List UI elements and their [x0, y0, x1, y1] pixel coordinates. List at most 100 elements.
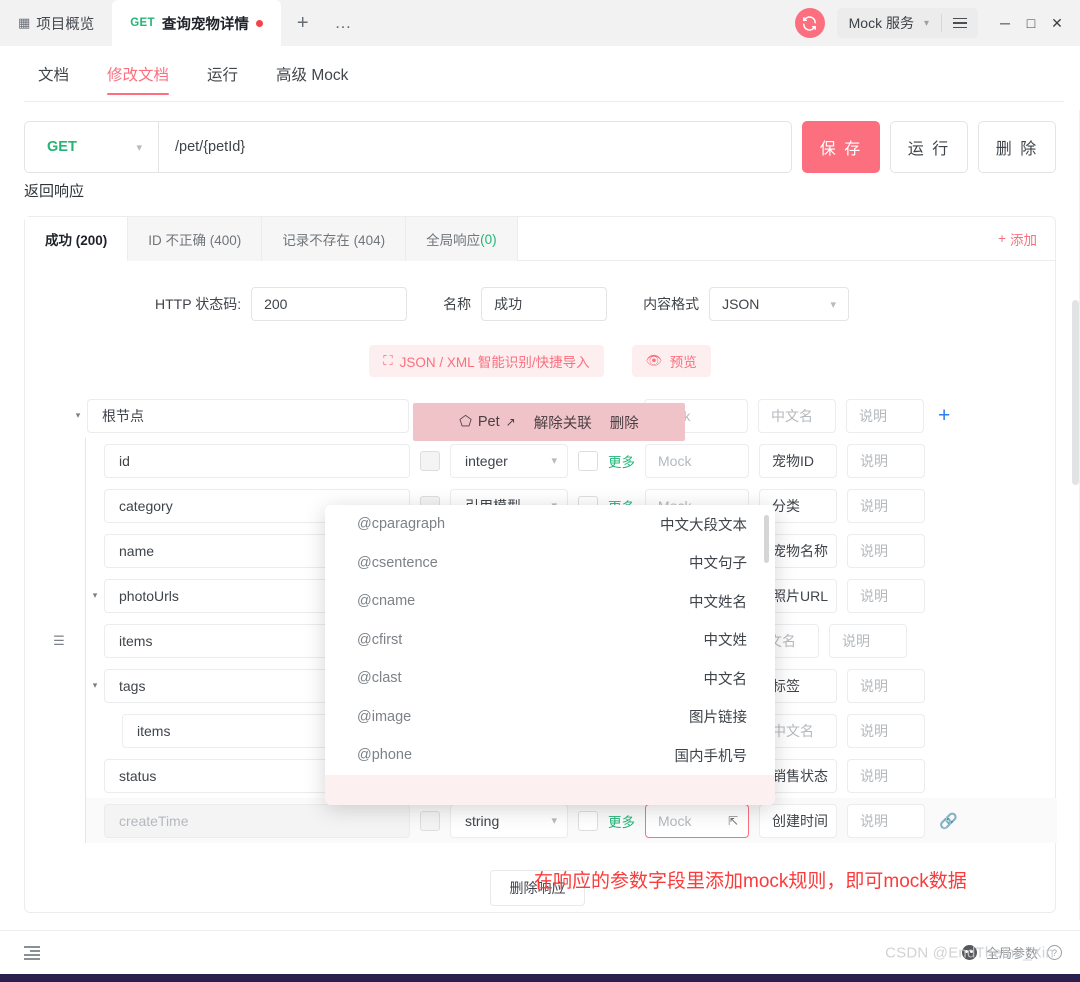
cn-name-input[interactable]: 创建时间 — [759, 804, 837, 838]
sync-icon[interactable] — [795, 8, 825, 38]
list-item[interactable]: @csentence 中文句子 — [325, 544, 775, 583]
tab-edit-document[interactable]: 修改文档 — [107, 46, 169, 102]
document-outline-icon[interactable] — [24, 946, 40, 960]
drag-handle-icon[interactable]: ☰ — [50, 634, 68, 647]
description-input[interactable]: 说明 — [847, 669, 925, 703]
response-tab-count: (0) — [480, 232, 497, 247]
delete-button[interactable]: 删 除 — [978, 121, 1056, 173]
response-meta-row: HTTP 状态码: 200 名称 成功 内容格式 JSON ▾ — [25, 261, 1055, 321]
list-item[interactable] — [325, 775, 775, 806]
smart-import-label: JSON / XML 智能识别/快捷导入 — [400, 351, 590, 371]
model-link[interactable]: ⬠ Pet ↗ — [459, 414, 515, 430]
field-type-select[interactable]: integer ▾ — [450, 444, 568, 478]
caret-placeholder: ▾ — [86, 500, 104, 511]
preview-label: 预览 — [670, 351, 697, 371]
new-tab-button[interactable]: + — [281, 0, 325, 46]
description-input[interactable]: 说明 — [847, 444, 925, 478]
expand-icon[interactable]: ⇱ — [728, 814, 738, 828]
list-item[interactable]: @cparagraph 中文大段文本 — [325, 505, 775, 544]
dropdown-scrollbar[interactable] — [764, 515, 769, 563]
nullable-checkbox[interactable] — [578, 811, 598, 831]
tab-run[interactable]: 运行 — [207, 46, 238, 102]
save-button[interactable]: 保 存 — [802, 121, 880, 173]
required-checkbox[interactable] — [420, 811, 440, 831]
status-right: 全局参数 ? CSDN @EndTheme_Xin — [962, 943, 1062, 962]
description-input[interactable]: 说明 — [847, 804, 925, 838]
vertical-scrollbar[interactable] — [1072, 300, 1079, 485]
taskbar-strip — [0, 974, 1080, 982]
list-item[interactable]: @phone 国内手机号 — [325, 736, 775, 775]
response-tab-not-found[interactable]: 记录不存在 (404) — [262, 217, 406, 261]
content-format-select[interactable]: JSON ▾ — [709, 287, 849, 321]
description-input[interactable]: 说明 — [847, 759, 925, 793]
status-bar: 全局参数 ? CSDN @EndTheme_Xin — [0, 930, 1080, 974]
tab-query-pet-detail[interactable]: GET 查询宠物详情 — [112, 0, 281, 46]
description-input[interactable]: 说明 — [846, 399, 924, 433]
field-name-input[interactable]: createTime — [104, 804, 410, 838]
response-tab-success[interactable]: 成功 (200) — [25, 217, 128, 261]
mock-input[interactable]: Mock — [645, 444, 749, 478]
list-item[interactable]: @clast 中文名 — [325, 659, 775, 698]
chevron-down-icon: ▾ — [924, 18, 929, 29]
sub-tab-bar: 文档 修改文档 运行 高级 Mock — [0, 46, 1080, 102]
method-dropdown[interactable]: GET ▾ — [24, 121, 158, 173]
more-link[interactable]: 更多 — [608, 811, 635, 831]
delete-model-button[interactable]: 删除 — [610, 412, 639, 433]
tab-document[interactable]: 文档 — [38, 46, 69, 102]
required-checkbox[interactable] — [420, 451, 440, 471]
close-button[interactable]: ✕ — [1044, 8, 1070, 38]
cn-name-input[interactable]: 宠物ID — [759, 444, 837, 478]
maximize-button[interactable]: □ — [1018, 8, 1044, 38]
smart-import-button[interactable]: ⛶ JSON / XML 智能识别/快捷导入 — [369, 345, 603, 377]
description-input[interactable]: 说明 — [847, 534, 925, 568]
smart-import-row: ⛶ JSON / XML 智能识别/快捷导入 👁 预览 — [25, 345, 1055, 377]
description-input[interactable]: 说明 — [847, 579, 925, 613]
list-item[interactable]: @image 图片链接 — [325, 698, 775, 737]
unlink-button[interactable]: 解除关联 — [534, 412, 592, 433]
chevron-down-icon[interactable]: ▾ — [69, 410, 87, 421]
description-input[interactable]: 说明 — [847, 489, 925, 523]
tab-label: 项目概览 — [36, 13, 94, 34]
add-response-button[interactable]: + 添加 — [998, 217, 1055, 260]
cn-name-input[interactable]: 中文名 — [758, 399, 836, 433]
hamburger-icon[interactable] — [942, 18, 978, 29]
nullable-checkbox[interactable] — [578, 451, 598, 471]
description-input[interactable]: 说明 — [829, 624, 907, 658]
divider — [24, 101, 1064, 102]
chevron-down-icon[interactable]: ▾ — [86, 680, 104, 691]
tab-advanced-mock[interactable]: 高级 Mock — [276, 46, 348, 102]
path-input[interactable]: /pet/{petId} — [158, 121, 792, 173]
mock-service-dropdown[interactable]: Mock 服务 ▾ — [837, 8, 941, 38]
mock-rule-key: @cparagraph — [357, 516, 445, 532]
mock-rule-dropdown: @cparagraph 中文大段文本 @csentence 中文句子 @cnam… — [325, 505, 775, 805]
response-tab-bad-id[interactable]: ID 不正确 (400) — [128, 217, 262, 261]
caret-placeholder: ▾ — [86, 770, 104, 781]
description-input[interactable]: 说明 — [847, 714, 925, 748]
field-name-input[interactable]: id — [104, 444, 410, 478]
response-tab-global[interactable]: 全局响应(0) — [406, 217, 518, 261]
name-input[interactable]: 成功 — [481, 287, 607, 321]
unsaved-dot-icon — [256, 20, 263, 27]
mock-rule-desc: 中文姓名 — [689, 591, 747, 612]
external-link-icon: ↗ — [506, 415, 516, 429]
run-button[interactable]: 运 行 — [890, 121, 968, 173]
content-format-label: 内容格式 — [643, 294, 699, 314]
list-item[interactable]: @cfirst 中文姓 — [325, 621, 775, 660]
chevron-down-icon[interactable]: ▾ — [86, 590, 104, 601]
field-type-select[interactable]: string ▾ — [450, 804, 568, 838]
add-field-button[interactable]: + — [938, 404, 950, 428]
tab-project-overview[interactable]: ▦ 项目概览 — [0, 0, 112, 46]
plus-icon: + — [998, 231, 1006, 246]
link-icon[interactable]: 🔗 — [939, 812, 958, 830]
more-link[interactable]: 更多 — [608, 451, 635, 471]
list-item[interactable]: @cname 中文姓名 — [325, 582, 775, 621]
field-name-input[interactable]: 根节点 — [87, 399, 409, 433]
mock-rule-desc: 中文大段文本 — [660, 514, 747, 535]
more-tabs-button[interactable]: … — [325, 0, 363, 46]
field-type-value: string — [465, 813, 499, 829]
section-title-response: 返回响应 — [24, 180, 84, 201]
mock-input[interactable]: Mock ⇱ — [645, 804, 749, 838]
http-status-input[interactable]: 200 — [251, 287, 407, 321]
preview-button[interactable]: 👁 预览 — [632, 345, 711, 377]
minimize-button[interactable]: ─ — [992, 8, 1018, 38]
